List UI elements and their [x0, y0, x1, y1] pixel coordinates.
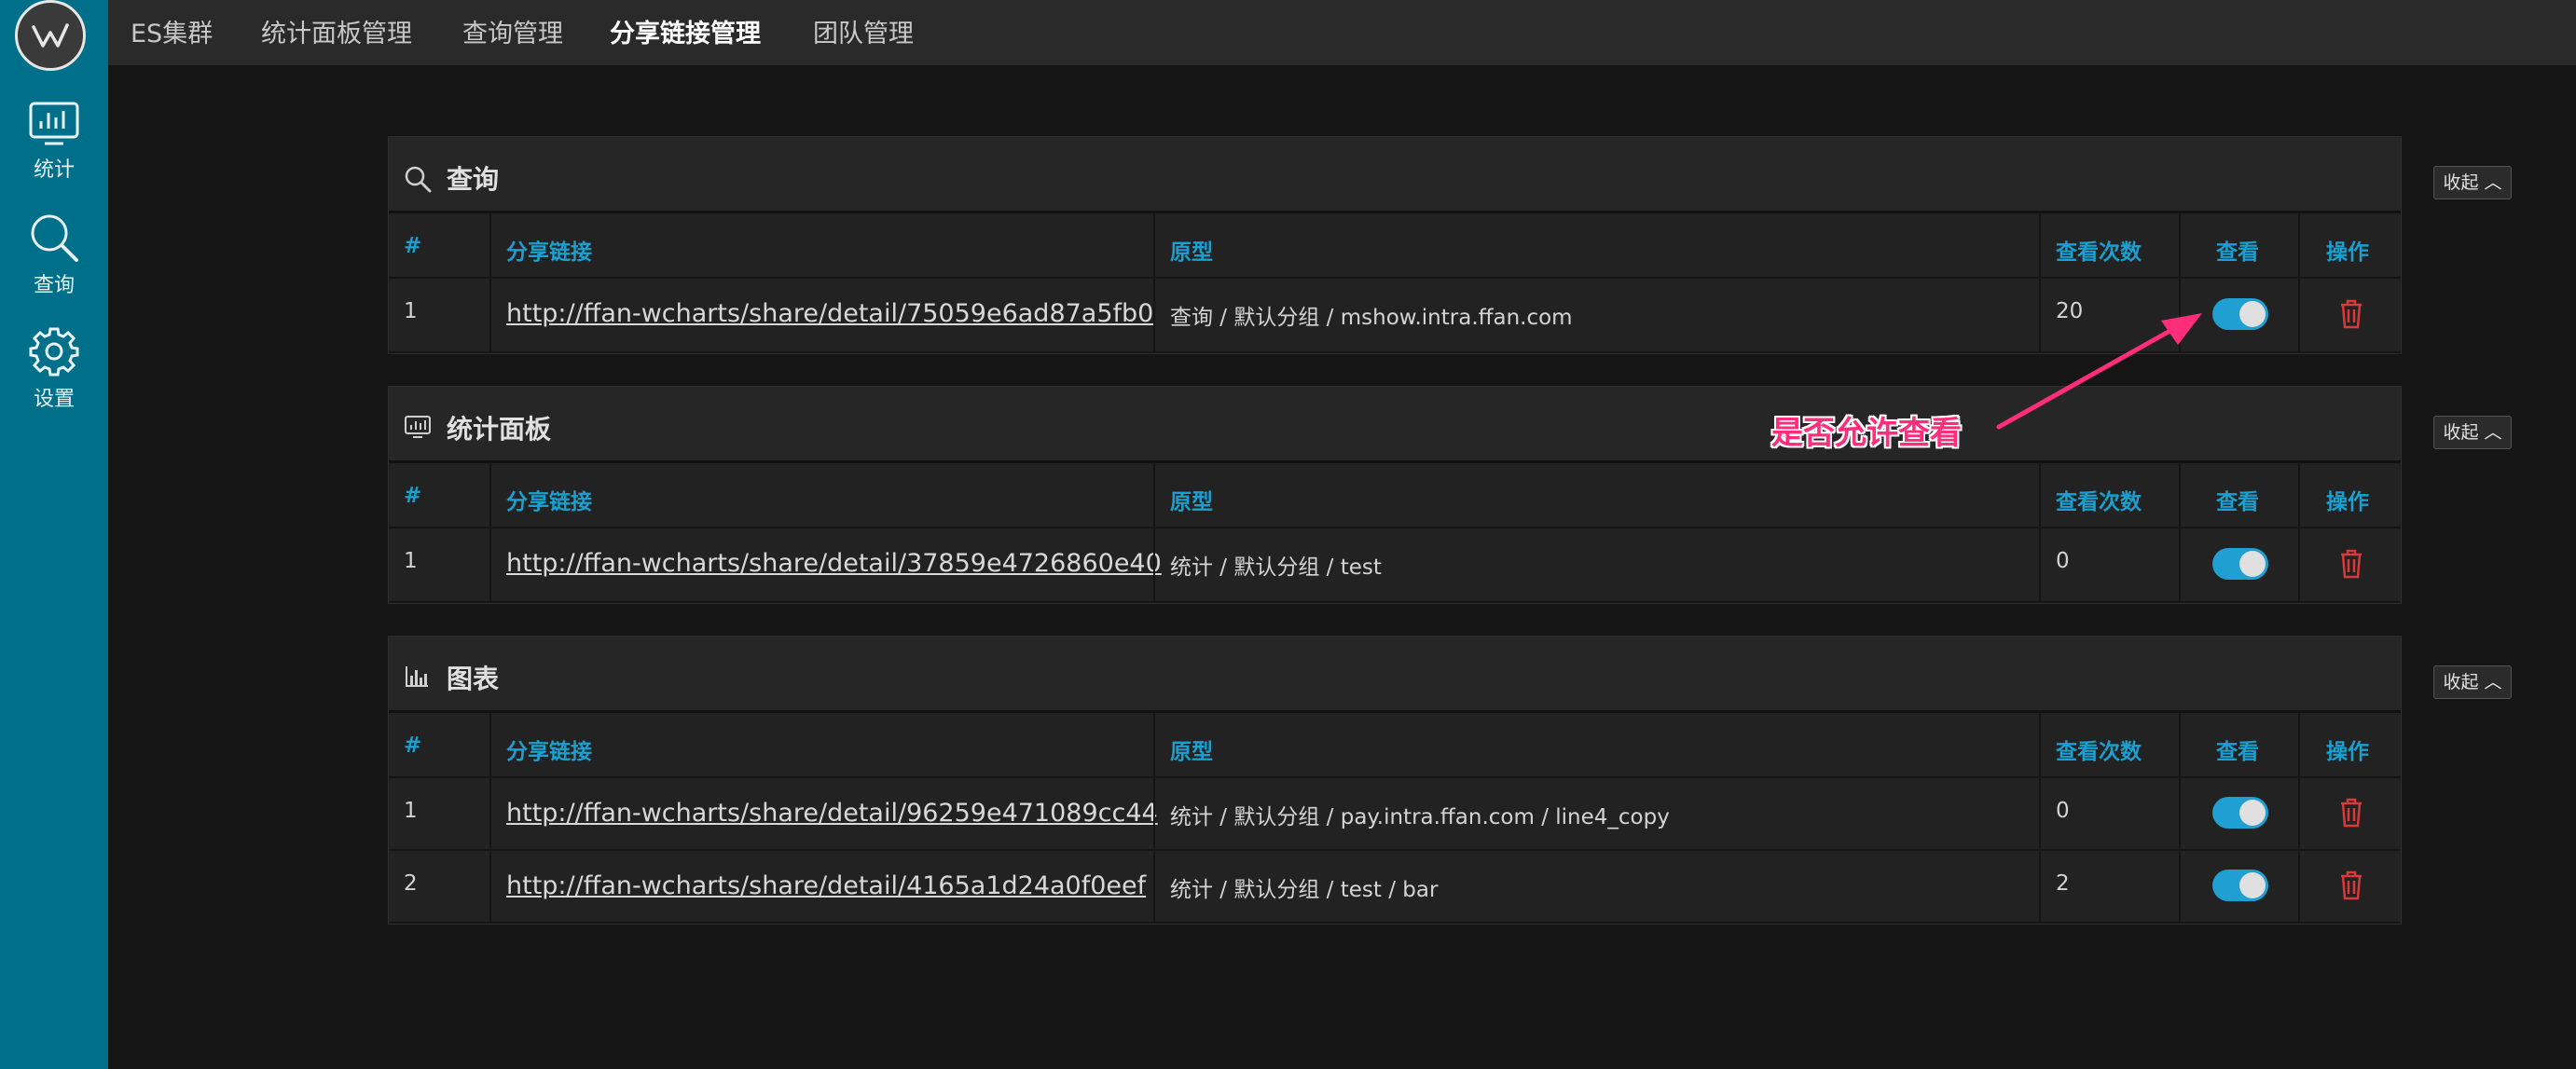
view-count: 2 [2056, 871, 2070, 896]
column-action: 操作 [2326, 240, 2369, 265]
panel-title: 统计面板 [447, 414, 552, 445]
tab-share-link-management[interactable]: 分享链接管理 [610, 13, 761, 49]
panel-header: 图表 [389, 637, 2401, 713]
column-link: 分享链接 [506, 490, 592, 514]
trash-icon[interactable] [2339, 870, 2363, 900]
panel-title: 图表 [447, 664, 500, 694]
collapse-button[interactable]: 收起 ︿ [2433, 416, 2512, 449]
table-row: 1 http://ffan-wcharts/share/detail/96259… [389, 778, 2401, 851]
sidebar-item-label: 统计 [33, 158, 75, 182]
collapse-button[interactable]: 收起 ︿ [2433, 665, 2512, 699]
column-prototype: 原型 [1170, 740, 1213, 764]
column-index: # [404, 484, 422, 508]
prototype-text: 统计 / 默认分组 / pay.intra.ffan.com / line4_c… [1170, 805, 1670, 829]
column-views: 查看次数 [2056, 490, 2142, 514]
prototype-text: 统计 / 默认分组 / test [1170, 555, 1382, 580]
logo-icon [32, 23, 69, 48]
table-row: 2 http://ffan-wcharts/share/detail/4165a… [389, 851, 2401, 924]
trash-icon[interactable] [2339, 798, 2363, 828]
view-count: 0 [2056, 799, 2070, 823]
share-link[interactable]: http://ffan-wcharts/share/detail/4165a1d… [506, 871, 1146, 900]
table-header: # 分享链接 原型 查看次数 查看 操作 [389, 713, 2401, 778]
column-link: 分享链接 [506, 240, 592, 265]
view-count: 0 [2056, 549, 2070, 573]
chevron-up-icon: ︿ [2484, 672, 2502, 692]
bar-chart-icon [406, 666, 428, 687]
sidebar-item-query[interactable]: 查询 [0, 212, 108, 298]
tab-team-management[interactable]: 团队管理 [813, 13, 914, 49]
share-link[interactable]: http://ffan-wcharts/share/detail/75059e6… [506, 299, 1153, 328]
app-logo[interactable] [15, 0, 86, 71]
sidebar-item-stats[interactable]: 统计 [0, 101, 108, 183]
trash-icon[interactable] [2339, 299, 2363, 329]
panel-header: 查询 [389, 137, 2401, 213]
view-toggle[interactable] [2212, 797, 2268, 829]
view-toggle[interactable] [2212, 870, 2268, 901]
gear-icon [29, 327, 79, 377]
row-index: 1 [404, 299, 418, 323]
sidebar-item-settings[interactable]: 设置 [0, 326, 108, 412]
column-view: 查看 [2216, 490, 2259, 514]
top-navigation: ES集群 统计面板管理 查询管理 分享链接管理 团队管理 [108, 0, 2576, 65]
search-icon [405, 166, 432, 193]
table-row: 1 http://ffan-wcharts/share/detail/37859… [389, 528, 2401, 603]
column-views: 查看次数 [2056, 240, 2142, 265]
row-index: 2 [404, 871, 418, 896]
tab-query-management[interactable]: 查询管理 [462, 13, 563, 49]
column-index: # [404, 733, 422, 758]
view-toggle[interactable] [2212, 298, 2268, 330]
chevron-up-icon: ︿ [2484, 172, 2502, 193]
prototype-text: 查询 / 默认分组 / mshow.intra.ffan.com [1170, 306, 1573, 330]
chart-monitor-icon [29, 102, 79, 145]
trash-icon[interactable] [2339, 549, 2363, 579]
column-view: 查看 [2216, 740, 2259, 764]
tab-dashboard-management[interactable]: 统计面板管理 [261, 13, 412, 49]
column-index: # [404, 234, 422, 258]
collapse-button[interactable]: 收起 ︿ [2433, 166, 2512, 199]
column-view: 查看 [2216, 240, 2259, 265]
column-link: 分享链接 [506, 740, 592, 764]
search-icon [31, 214, 78, 262]
tab-es-cluster[interactable]: ES集群 [131, 13, 213, 49]
prototype-text: 统计 / 默认分组 / test / bar [1170, 878, 1439, 902]
column-prototype: 原型 [1170, 490, 1213, 514]
column-action: 操作 [2326, 490, 2369, 514]
column-views: 查看次数 [2056, 740, 2142, 764]
annotation-arrow [1996, 313, 2202, 430]
share-link[interactable]: http://ffan-wcharts/share/detail/37859e4… [506, 549, 1162, 578]
panel-title: 查询 [447, 164, 500, 195]
view-toggle[interactable] [2212, 548, 2268, 580]
share-link[interactable]: http://ffan-wcharts/share/detail/96259e4… [506, 799, 1158, 828]
column-prototype: 原型 [1170, 240, 1213, 265]
sidebar-item-label: 查询 [33, 274, 75, 297]
sidebar: 统计 查询 设置 [0, 0, 108, 1069]
panel-charts: 图表 # 分享链接 原型 查看次数 查看 操作 1 http://ffan-wc… [388, 636, 2402, 925]
dashboard-icon [405, 416, 431, 438]
table-header: # 分享链接 原型 查看次数 查看 操作 [389, 213, 2401, 279]
annotation-label: 是否允许查看 [1771, 415, 1962, 452]
chevron-up-icon: ︿ [2484, 422, 2502, 443]
column-action: 操作 [2326, 740, 2369, 764]
table-header: # 分享链接 原型 查看次数 查看 操作 [389, 463, 2401, 528]
row-index: 1 [404, 549, 418, 573]
row-index: 1 [404, 799, 418, 823]
sidebar-item-label: 设置 [33, 388, 75, 411]
